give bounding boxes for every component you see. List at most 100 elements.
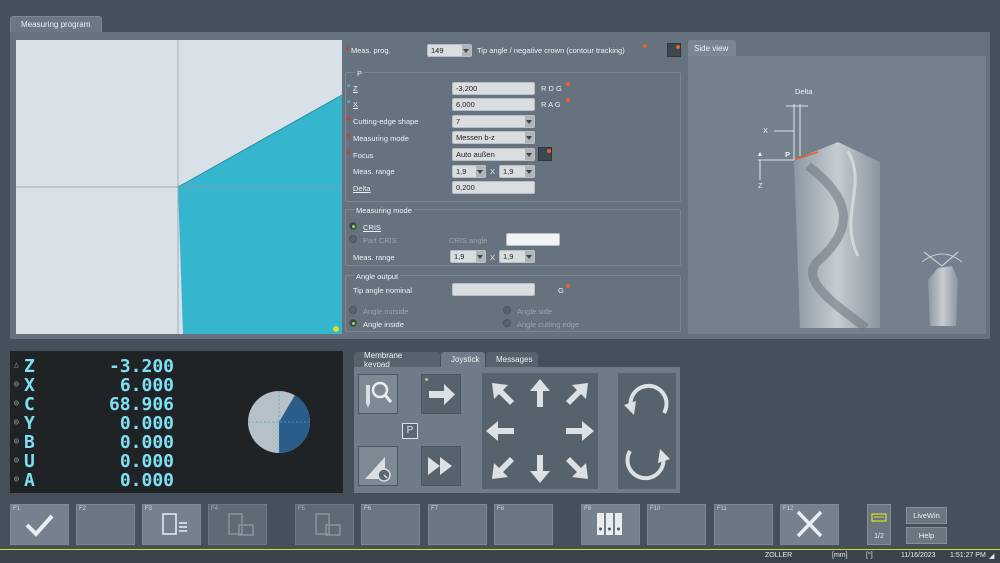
f10-button[interactable]: F10 (647, 504, 706, 545)
focus-label: Focus (353, 151, 374, 160)
angle-outside-label: Angle outside (363, 307, 409, 316)
side-view-z-label: Z (758, 181, 763, 190)
shape-select[interactable]: 7 (452, 115, 535, 128)
f1-confirm-button[interactable]: F1 (10, 504, 69, 545)
required-marker (347, 100, 350, 103)
f11-button[interactable]: F11 (714, 504, 773, 545)
f7-key-label: F7 (431, 506, 439, 512)
f2-key-label: F2 (79, 506, 87, 512)
delta-input[interactable]: 0,200 (452, 181, 535, 194)
tab-side-view-label: Side view (694, 43, 729, 53)
focus-option-button[interactable] (538, 147, 552, 161)
angle-side-label: Angle side (517, 307, 553, 316)
angle-measure-icon (365, 457, 391, 482)
f3-list-button[interactable]: F3 (142, 504, 201, 545)
f2-button[interactable]: F2 (76, 504, 135, 545)
angle-side-radio[interactable] (503, 306, 511, 314)
dro-axis-value: 68.906 (108, 394, 174, 415)
livewin-button[interactable]: LiveWin (906, 507, 947, 524)
range-separator: X (490, 167, 496, 176)
page-toggle-button[interactable]: 1/2 (867, 504, 891, 545)
f11-key-label: F11 (717, 506, 727, 512)
angle-outside-radio[interactable] (349, 306, 357, 314)
camera-image (16, 40, 342, 334)
required-marker (347, 117, 350, 120)
mm-range-label: Meas. range (353, 253, 395, 262)
dro-axis-value: 0.000 (119, 432, 174, 453)
f8-key-label: F8 (497, 506, 505, 512)
dro-axis-letter: X (24, 375, 35, 396)
chevron-down-icon (463, 49, 469, 53)
tip-angle-input[interactable] (452, 283, 535, 296)
angle-inside-radio[interactable] (349, 319, 357, 327)
f6-button[interactable]: F6 (361, 504, 420, 545)
x-input[interactable]: 6,000 (452, 98, 535, 111)
axis-icon: ◎ (14, 474, 19, 483)
status-time: 1:51:27 PM (950, 552, 986, 559)
mm-range-b-select[interactable]: 1,9 (499, 250, 535, 263)
f12-cancel-button[interactable]: F12 (780, 504, 839, 545)
dro-row-a: ◎ A 0.000 (14, 470, 174, 491)
arrow-right-button[interactable] (421, 374, 461, 414)
cris-radio[interactable] (349, 222, 357, 230)
tab-measuring-program-label: Measuring program (21, 20, 91, 29)
p-key-button[interactable]: P (402, 423, 418, 439)
help-button[interactable]: Help (906, 527, 947, 544)
range-b-select[interactable]: 1,9 (499, 165, 535, 178)
tip-angle-unit: G (558, 286, 564, 295)
mm-range-a-select[interactable]: 1,9 (450, 250, 486, 263)
chevron-down-icon (477, 255, 483, 259)
rotate-pad[interactable] (618, 373, 676, 489)
dro-axis-value: 0.000 (119, 413, 174, 434)
meas-prog-select[interactable]: 149 (427, 44, 472, 57)
measure-tool-button[interactable] (358, 446, 398, 486)
p-group-title: P (355, 69, 365, 78)
z-label: Z (353, 84, 358, 93)
f10-key-label: F10 (650, 506, 661, 512)
focus-select[interactable]: Auto außen (452, 148, 535, 161)
dro-row-b: ◎ B 0.000 (14, 432, 174, 453)
dro-axis-letter: Z (24, 356, 35, 377)
f5-button[interactable]: F5 (295, 504, 354, 545)
dro-axis-value: 0.000 (119, 451, 174, 472)
required-marker (346, 47, 349, 50)
search-tool-button[interactable] (358, 374, 398, 414)
cris-angle-input[interactable] (506, 233, 560, 246)
tab-messages[interactable]: Messages (486, 352, 538, 367)
tab-side-view[interactable]: Side view (688, 40, 736, 56)
chevron-down-icon (526, 170, 532, 174)
range-a-value: 1,9 (456, 167, 467, 176)
angle-cutting-edge-radio[interactable] (503, 319, 511, 327)
camera-view[interactable] (16, 40, 342, 334)
side-view-panel: Delta X P Z (688, 56, 986, 334)
active-indicator (425, 378, 428, 381)
f8-button[interactable]: F8 (494, 504, 553, 545)
status-dot (547, 149, 551, 153)
axis-icon: △ (14, 360, 19, 369)
expand-icon[interactable]: ◢ (989, 552, 996, 560)
required-marker (347, 151, 350, 154)
status-date: 11/16/2023 (901, 552, 936, 559)
status-unit: [mm] (832, 552, 848, 559)
chevron-down-icon (526, 120, 532, 124)
tab-joystick[interactable]: Joystick (441, 352, 485, 367)
part-cris-radio[interactable] (349, 235, 357, 243)
meas-prog-option-button[interactable] (667, 43, 681, 57)
f4-button[interactable]: F4 (208, 504, 267, 545)
status-angle-unit: [°] (866, 552, 873, 559)
tab-membrane-keypad[interactable]: Membrane keypad (354, 350, 440, 369)
range-label: Meas. range (353, 167, 395, 176)
f9-library-button[interactable]: F9 (581, 504, 640, 545)
fast-forward-icon (428, 457, 452, 475)
f1-key-label: F1 (13, 506, 21, 512)
tab-membrane-keypad-label: Membrane keypad (364, 350, 403, 369)
mode-select[interactable]: Messen b-z (452, 131, 535, 144)
status-dot (643, 44, 647, 48)
fast-forward-button[interactable] (421, 446, 461, 486)
f7-button[interactable]: F7 (428, 504, 487, 545)
tab-measuring-program[interactable]: Measuring program (10, 16, 102, 32)
range-a-select[interactable]: 1,9 (452, 165, 486, 178)
delta-label: Delta (353, 184, 371, 193)
z-input[interactable]: -3,200 (452, 82, 535, 95)
status-brand: ZOLLER (765, 552, 793, 559)
